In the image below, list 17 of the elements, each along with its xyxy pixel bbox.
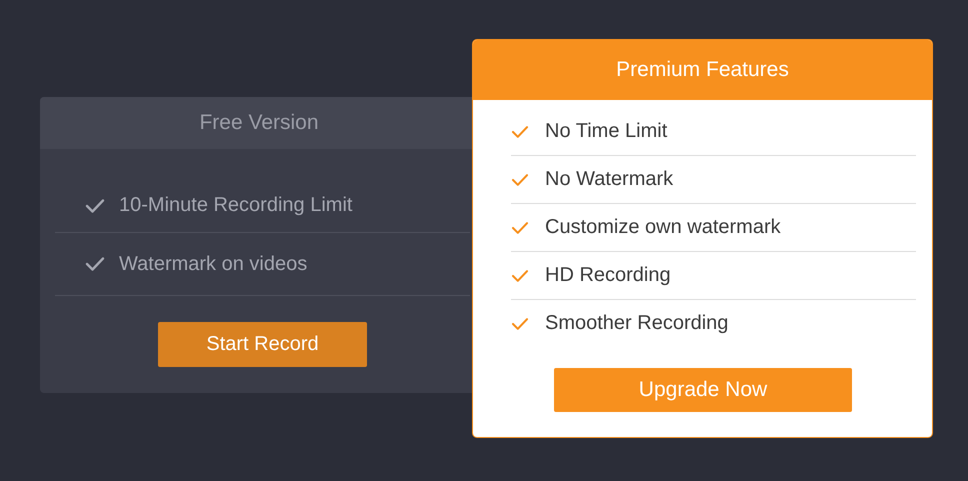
check-icon bbox=[511, 268, 529, 282]
feature-text: No Time Limit bbox=[545, 120, 668, 143]
feature-text: Customize own watermark bbox=[545, 216, 781, 239]
feature-text: Watermark on videos bbox=[119, 252, 308, 276]
check-icon bbox=[85, 198, 105, 214]
feature-text: 10-Minute Recording Limit bbox=[119, 194, 352, 217]
check-icon bbox=[511, 220, 529, 234]
feature-text: HD Recording bbox=[545, 264, 671, 287]
start-record-button[interactable]: Start Record bbox=[158, 322, 367, 367]
check-icon bbox=[511, 124, 529, 138]
card-title: Premium Features bbox=[473, 40, 932, 100]
upgrade-now-button[interactable]: Upgrade Now bbox=[554, 368, 852, 412]
check-icon bbox=[511, 172, 529, 186]
feature-text: Smoother Recording bbox=[545, 312, 728, 335]
feature-text: No Watermark bbox=[545, 168, 674, 191]
check-icon bbox=[511, 316, 529, 330]
check-icon bbox=[85, 256, 105, 272]
